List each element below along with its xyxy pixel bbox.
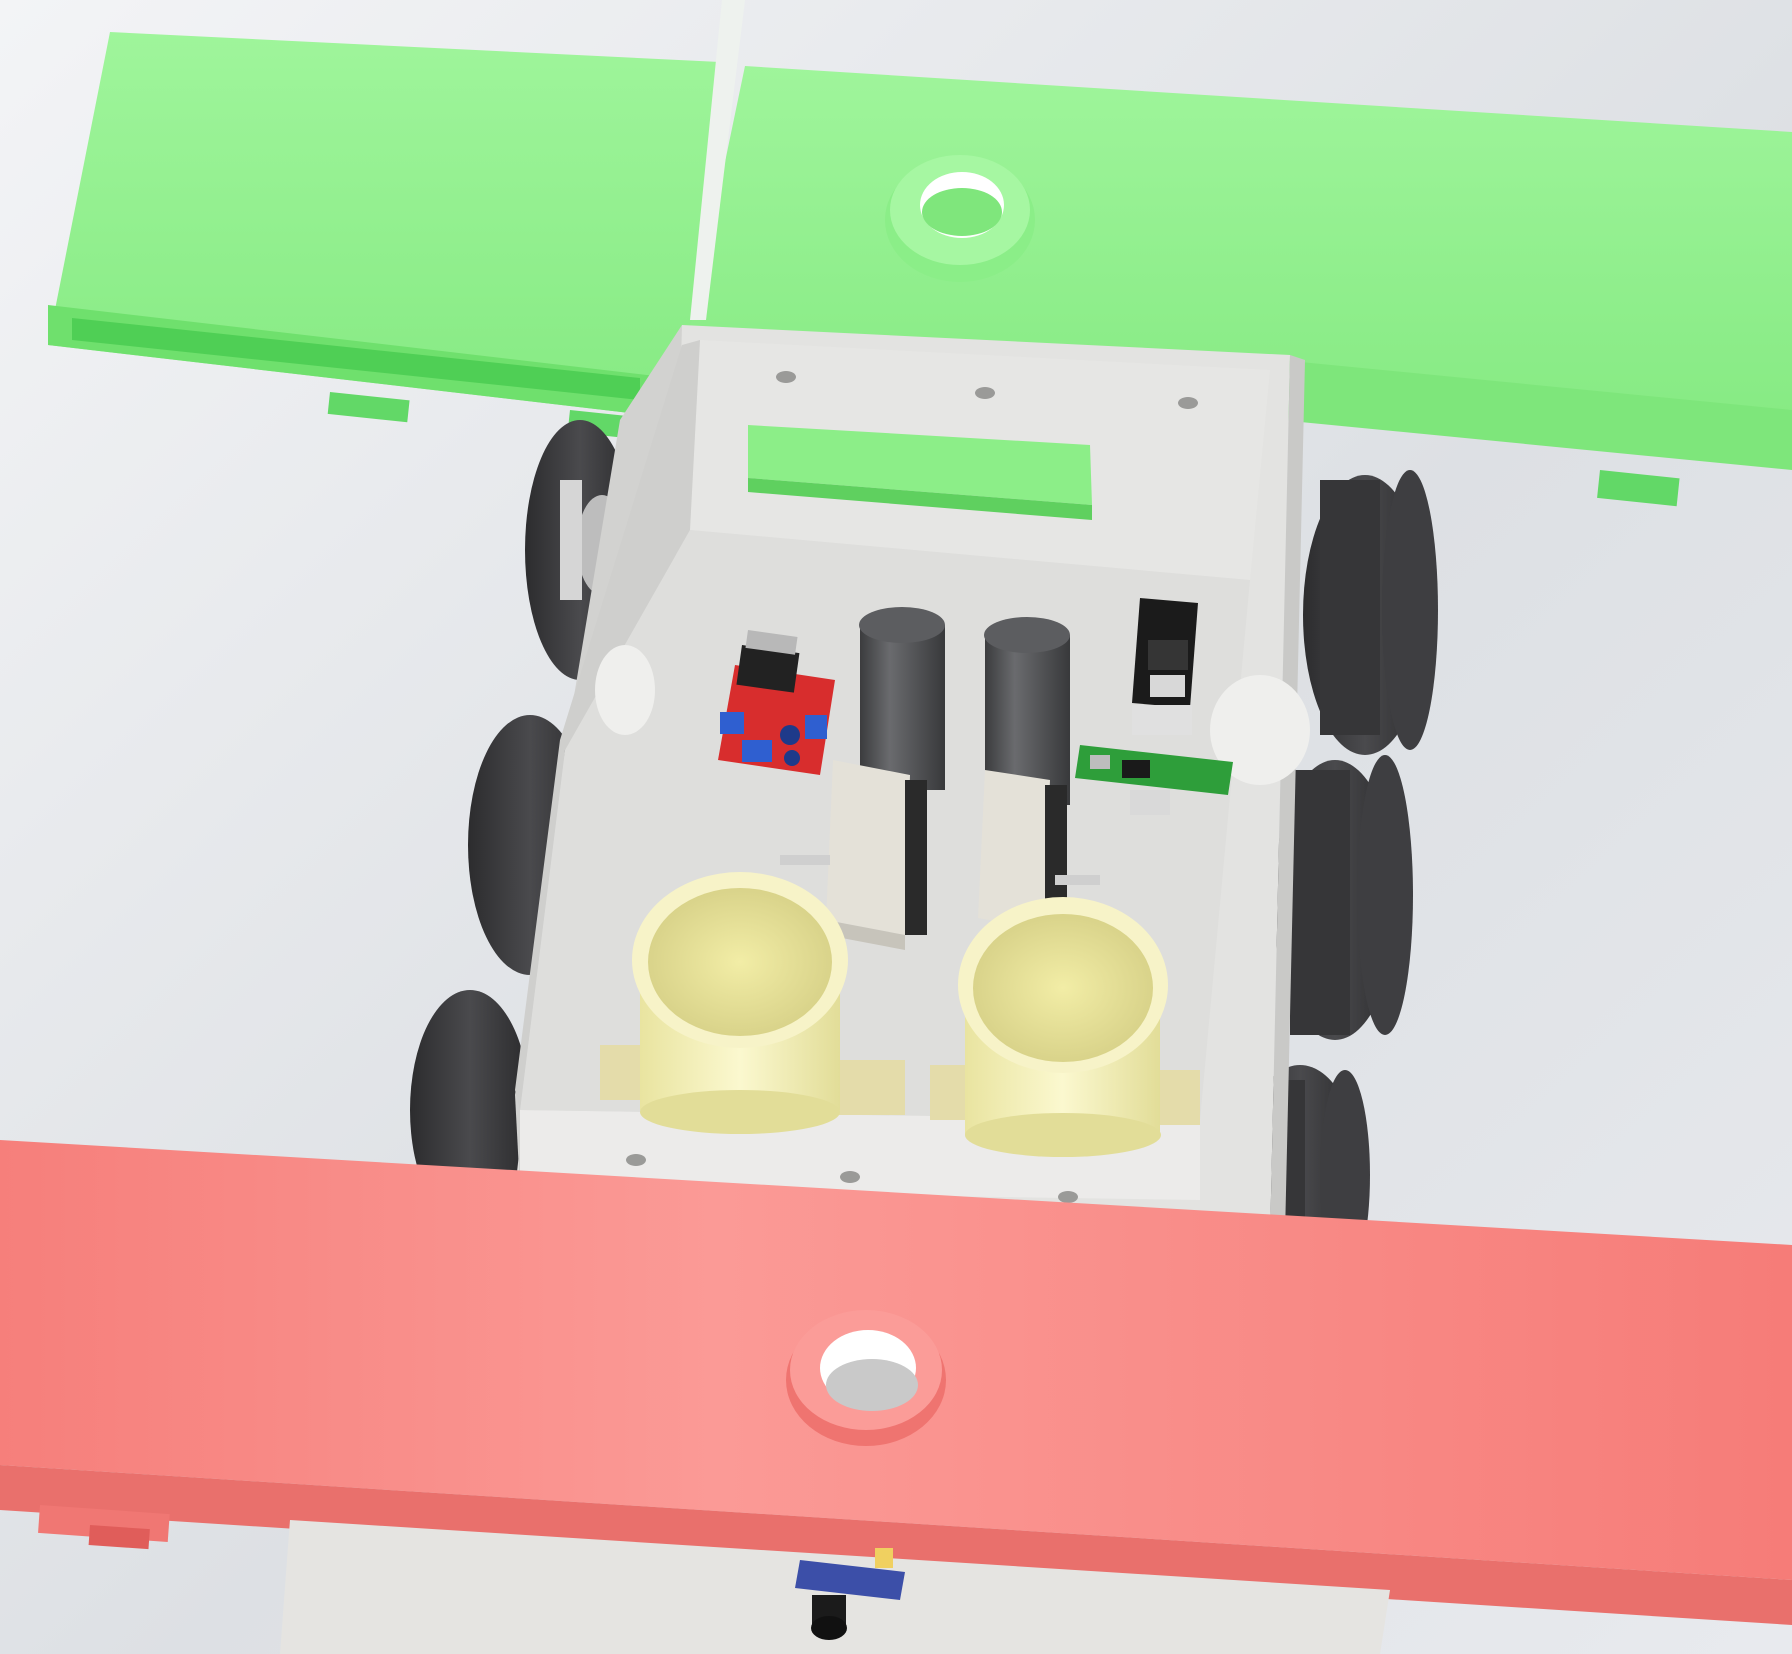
- red-beam-boss: [786, 1310, 946, 1446]
- green-beam-boss: [885, 155, 1035, 282]
- cad-render-scene: [0, 0, 1792, 1654]
- microcontroller-board: [1132, 598, 1198, 735]
